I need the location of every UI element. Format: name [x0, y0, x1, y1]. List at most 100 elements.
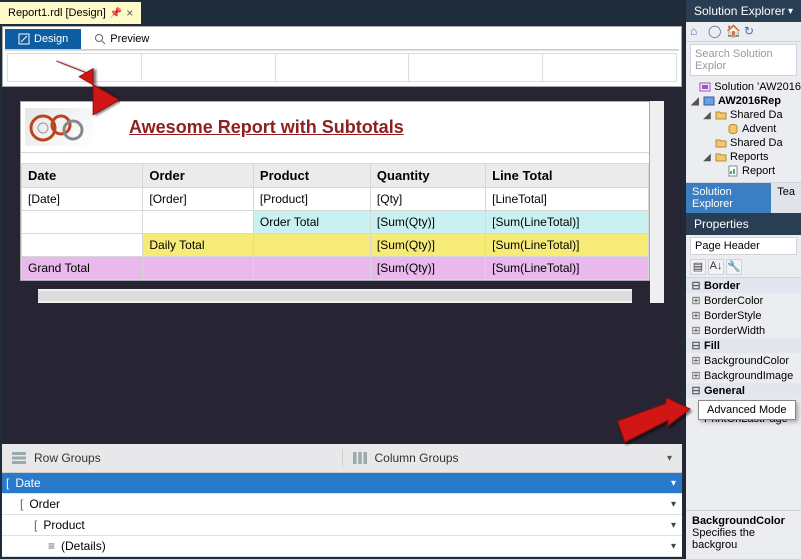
tree-item-label: Solution 'AW2016	[714, 81, 801, 93]
tree-item-label: Shared Da	[730, 137, 783, 149]
property-row[interactable]: ⊞BackgroundColor	[686, 353, 801, 368]
col-header[interactable]: Date	[22, 164, 143, 188]
back-icon[interactable]: ◯	[708, 24, 722, 38]
tablix[interactable]: Date Order Product Quantity Line Total […	[21, 163, 649, 280]
categorized-icon[interactable]: ▤	[690, 259, 706, 275]
sync-icon[interactable]: 🏠	[726, 24, 740, 38]
header-row[interactable]: Date Order Product Quantity Line Total	[22, 164, 649, 188]
cell[interactable]: [Product]	[253, 188, 370, 211]
document-tab-label: Report1.rdl [Design]	[8, 7, 106, 19]
group-label: Order	[25, 497, 671, 511]
cell[interactable]: Grand Total	[22, 257, 143, 280]
col-header[interactable]: Order	[143, 164, 254, 188]
tab-preview[interactable]: Preview	[81, 29, 162, 49]
chevron-down-icon[interactable]: ▾	[671, 478, 676, 489]
advanced-mode-menu-item[interactable]: Advanced Mode	[698, 400, 796, 420]
tree-item[interactable]: Report	[686, 164, 801, 178]
refresh-icon[interactable]: ↻	[744, 24, 758, 38]
column-groups-label: Column Groups	[375, 451, 459, 465]
expand-icon[interactable]: ◢	[702, 152, 712, 163]
report-canvas[interactable]: Awesome Report with Subtotals Date Order…	[2, 87, 682, 442]
tree-item-label: Reports	[730, 151, 769, 163]
solution-tree: Solution 'AW2016 ◢ AW2016Rep ◢ Shared Da Adve…	[686, 76, 801, 182]
chevron-down-icon[interactable]: ▾	[671, 541, 676, 552]
property-row[interactable]: ⊞BackgroundImage	[686, 368, 801, 383]
order-total-row[interactable]: Order Total [Sum(Qty)] [Sum(LineTotal)]	[22, 211, 649, 234]
folder-icon	[715, 109, 727, 121]
document-tab[interactable]: Report1.rdl [Design] 📌 ×	[0, 2, 141, 24]
properties-object[interactable]: Page Header	[690, 237, 797, 255]
chevron-down-icon[interactable]: ▾	[788, 6, 793, 17]
ds-icon	[727, 123, 739, 135]
group-row[interactable]: [Order▾	[2, 494, 682, 515]
property-row[interactable]: ⊞BorderWidth	[686, 323, 801, 338]
properties-desc-title: BackgroundColor	[692, 515, 795, 527]
property-category[interactable]: ⊟General	[686, 383, 801, 398]
property-row[interactable]: ⊞BorderColor	[686, 293, 801, 308]
pin-icon[interactable]: 📌	[110, 8, 122, 19]
col-header[interactable]: Line Total	[486, 164, 649, 188]
cell[interactable]: [Sum(LineTotal)]	[486, 257, 649, 280]
tree-item-label: AW2016Rep	[718, 95, 781, 107]
chevron-down-icon[interactable]: ▾	[671, 499, 676, 510]
design-icon	[18, 33, 30, 45]
expand-icon[interactable]: ◢	[702, 110, 712, 121]
cell[interactable]: Order Total	[253, 211, 370, 234]
tree-item-label: Advent	[742, 123, 776, 135]
tree-item[interactable]: ◢ AW2016Rep	[686, 94, 801, 108]
tree-item[interactable]: ◢ Reports	[686, 150, 801, 164]
group-label: Product	[39, 518, 671, 532]
cell[interactable]: [Sum(Qty)]	[370, 257, 485, 280]
folder-icon	[715, 151, 727, 163]
property-pages-icon[interactable]: 🔧	[726, 259, 742, 275]
cell[interactable]: [Date]	[22, 188, 143, 211]
cell[interactable]: [Sum(Qty)]	[370, 234, 485, 257]
tab-team[interactable]: Tea	[771, 183, 801, 213]
designer-mode-tabs: Design Preview	[5, 29, 679, 50]
horizontal-scrollbar[interactable]	[38, 289, 632, 303]
report-title[interactable]: Awesome Report with Subtotals	[123, 117, 404, 138]
property-row[interactable]: ⊞BorderStyle	[686, 308, 801, 323]
tree-item[interactable]: ◢ Shared Da	[686, 108, 801, 122]
group-row[interactable]: [Product▾	[2, 515, 682, 536]
row-groups-icon	[12, 452, 26, 464]
grand-total-row[interactable]: Grand Total [Sum(Qty)] [Sum(LineTotal)]	[22, 257, 649, 280]
close-icon[interactable]: ×	[126, 6, 133, 20]
property-category[interactable]: ⊟Fill	[686, 338, 801, 353]
tab-design[interactable]: Design	[5, 29, 81, 49]
tree-item[interactable]: Shared Da	[686, 136, 801, 150]
properties-grid[interactable]: ⊟Border⊞BorderColor⊞BorderStyle⊞BorderWi…	[686, 278, 801, 510]
expand-icon[interactable]: ◢	[690, 96, 700, 107]
solution-explorer-title[interactable]: Solution Explorer ▾	[686, 0, 801, 22]
preview-icon	[94, 33, 106, 45]
chevron-down-icon[interactable]: ▾	[671, 520, 676, 531]
column-groups-icon	[353, 452, 367, 464]
row-groups-label: Row Groups	[34, 451, 101, 465]
home-icon[interactable]: ⌂	[690, 24, 704, 38]
col-header[interactable]: Product	[253, 164, 370, 188]
tab-solution-explorer[interactable]: Solution Explorer	[686, 183, 771, 213]
tab-preview-label: Preview	[110, 33, 149, 45]
document-tabs: Report1.rdl [Design] 📌 ×	[0, 0, 684, 24]
cell[interactable]: [Sum(Qty)]	[370, 211, 485, 234]
group-row[interactable]: [Date▾	[2, 473, 682, 494]
detail-row[interactable]: [Date] [Order] [Product] [Qty] [LineTota…	[22, 188, 649, 211]
properties-title[interactable]: Properties	[686, 213, 801, 235]
property-category[interactable]: ⊟Border	[686, 278, 801, 293]
solution-explorer-tabs: Solution Explorer Tea	[686, 182, 801, 213]
tree-item[interactable]: Advent	[686, 122, 801, 136]
vertical-scrollbar[interactable]	[650, 101, 664, 303]
cell[interactable]: [Qty]	[370, 188, 485, 211]
tree-item[interactable]: Solution 'AW2016	[686, 80, 801, 94]
cell[interactable]: [Sum(LineTotal)]	[486, 234, 649, 257]
col-header[interactable]: Quantity	[370, 164, 485, 188]
cell[interactable]: Daily Total	[143, 234, 254, 257]
tree-item-label: Shared Da	[730, 109, 783, 121]
daily-total-row[interactable]: Daily Total [Sum(Qty)] [Sum(LineTotal)]	[22, 234, 649, 257]
solution-explorer-search[interactable]: Search Solution Explor	[690, 44, 797, 76]
cell[interactable]: [LineTotal]	[486, 188, 649, 211]
cell[interactable]: [Sum(LineTotal)]	[486, 211, 649, 234]
cell[interactable]: [Order]	[143, 188, 254, 211]
group-row[interactable]: ≡(Details)▾	[2, 536, 682, 557]
alphabetical-icon[interactable]: A↓	[708, 259, 724, 275]
